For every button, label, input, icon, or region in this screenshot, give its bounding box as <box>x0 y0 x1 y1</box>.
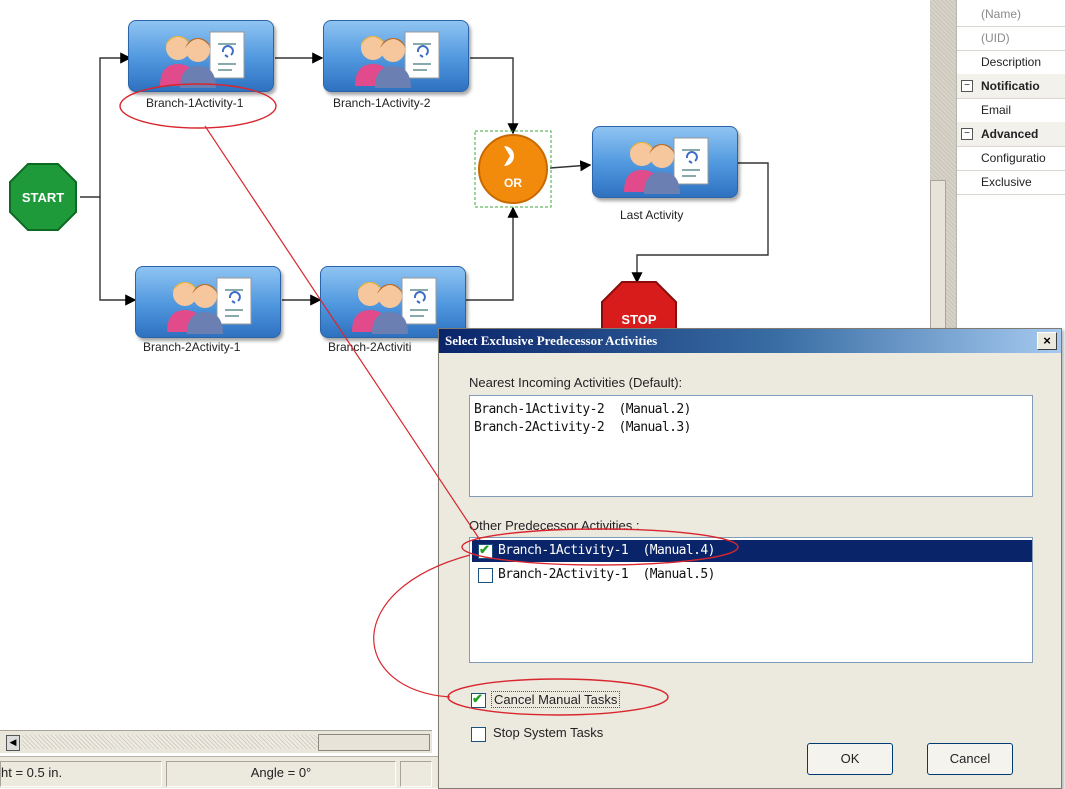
checkbox[interactable]: ✔ <box>478 542 493 559</box>
or-gateway[interactable]: OR <box>474 130 552 213</box>
prop-row-uid[interactable]: (UID) <box>957 26 1065 51</box>
checkmark-icon: ✔ <box>479 542 490 557</box>
prop-label: (UID) <box>981 31 1010 45</box>
prop-label: Description <box>981 55 1042 69</box>
activity-label: Branch-1Activity-1 <box>146 96 244 110</box>
activity-label: Branch-2Activity-1 <box>143 340 241 354</box>
checkbox[interactable] <box>478 568 493 583</box>
prop-category-label: Notificatio <box>981 79 1040 93</box>
scroll-left-icon[interactable]: ◀ <box>6 735 20 751</box>
checkmark-icon: ✔ <box>472 691 483 706</box>
prop-label: Email <box>981 103 1012 117</box>
nearest-activities-label: Nearest Incoming Activities (Default): <box>469 375 683 390</box>
people-icon <box>624 137 709 194</box>
exclusive-predecessor-dialog: Select Exclusive Predecessor Activities … <box>438 328 1062 789</box>
ok-button[interactable]: OK <box>807 743 893 775</box>
people-icon <box>167 277 252 334</box>
horizontal-scrollbar[interactable]: ◀ <box>0 730 432 753</box>
connector-b1a2-or <box>470 57 519 135</box>
people-icon <box>352 277 437 334</box>
prop-row-description[interactable]: Description <box>957 50 1065 75</box>
activity-label: Branch-1Activity-2 <box>333 96 431 110</box>
connector-start-b1a1 <box>80 52 132 198</box>
status-angle: Angle = 0° <box>166 761 396 787</box>
or-label: OR <box>504 176 522 190</box>
stop-label: STOP <box>621 312 656 327</box>
start-label: START <box>22 190 64 205</box>
collapse-icon[interactable]: − <box>961 80 973 92</box>
prop-row-configuration[interactable]: Configuratio <box>957 146 1065 171</box>
list-item-branch1-activity1[interactable]: ✔ Branch-1Activity-1 (Manual.4) <box>472 540 1032 562</box>
activity-label: Last Activity <box>620 208 684 222</box>
start-node[interactable]: START <box>8 162 78 237</box>
prop-label: Exclusive <box>981 175 1032 189</box>
close-button[interactable]: × <box>1037 332 1057 350</box>
prop-label: (Name) <box>981 7 1022 21</box>
cancel-manual-tasks-checkbox[interactable]: ✔ <box>471 691 486 708</box>
list-item-label: Branch-2Activity-1 (Manual.5) <box>498 567 715 582</box>
list-item-branch2-activity1[interactable]: Branch-2Activity-1 (Manual.5) <box>472 564 1032 586</box>
dialog-title: Select Exclusive Predecessor Activities <box>445 333 658 348</box>
scrollbar-track[interactable] <box>22 735 318 749</box>
list-item-label: Branch-1Activity-1 (Manual.4) <box>498 543 715 558</box>
other-activities-label: Other Predecessor Activities : <box>469 518 640 533</box>
connector-b2a2-or <box>465 206 519 301</box>
prop-row-exclusive[interactable]: Exclusive <box>957 170 1065 195</box>
prop-category-advanced[interactable]: − Advanced <box>957 122 1065 147</box>
list-item: Branch-1Activity-2 (Manual.2) <box>474 402 691 417</box>
list-item: Branch-2Activity-2 (Manual.3) <box>474 420 691 435</box>
prop-category-label: Advanced <box>981 127 1039 141</box>
prop-row-name[interactable]: (Name) <box>957 2 1065 27</box>
dialog-titlebar[interactable]: Select Exclusive Predecessor Activities … <box>439 329 1061 353</box>
people-icon <box>160 31 245 88</box>
connector-or-last <box>549 160 592 172</box>
scrollbar-thumb[interactable] <box>318 734 430 751</box>
collapse-icon[interactable]: − <box>961 128 973 140</box>
cancel-button[interactable]: Cancel <box>927 743 1013 775</box>
activity-label: Branch-2Activiti <box>328 340 412 354</box>
status-height: ht = 0.5 in. <box>0 761 162 787</box>
people-icon <box>355 31 440 88</box>
prop-row-email[interactable]: Email <box>957 98 1065 123</box>
prop-category-notification[interactable]: − Notificatio <box>957 74 1065 99</box>
status-cell-empty <box>400 761 432 787</box>
nearest-activities-list[interactable]: Branch-1Activity-2 (Manual.2) Branch-2Ac… <box>469 395 1033 497</box>
connector-start-b2a1 <box>99 197 137 306</box>
cancel-manual-tasks-label[interactable]: Cancel Manual Tasks <box>491 691 621 708</box>
other-activities-list[interactable]: ✔ Branch-1Activity-1 (Manual.4) Branch-2… <box>469 537 1033 663</box>
prop-label: Configuratio <box>981 151 1046 165</box>
stop-system-tasks-label[interactable]: Stop System Tasks <box>493 725 603 740</box>
stop-system-tasks-checkbox[interactable] <box>471 727 486 742</box>
